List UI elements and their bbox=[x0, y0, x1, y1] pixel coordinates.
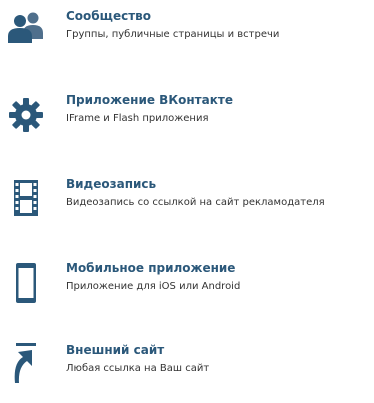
mobile-phone-icon bbox=[4, 261, 48, 305]
option-community[interactable]: Сообщество Группы, публичные страницы и … bbox=[0, 9, 374, 69]
option-description: Группы, публичные страницы и встречи bbox=[66, 29, 280, 40]
gear-icon bbox=[4, 93, 48, 137]
option-vk-app[interactable]: Приложение ВКонтакте IFrame и Flash прил… bbox=[0, 93, 374, 153]
option-description: Любая ссылка на Ваш сайт bbox=[66, 363, 210, 374]
option-video[interactable]: Видеозапись Видеозапись со ссылкой на са… bbox=[0, 177, 374, 237]
option-description: IFrame и Flash приложения bbox=[66, 113, 209, 124]
community-icon bbox=[4, 9, 48, 53]
option-title: Мобильное приложение bbox=[66, 261, 236, 275]
option-external-site[interactable]: Внешний сайт Любая ссылка на Ваш сайт bbox=[0, 343, 374, 403]
option-description: Видеозапись со ссылкой на сайт рекламода… bbox=[66, 197, 325, 208]
option-title: Внешний сайт bbox=[66, 343, 165, 357]
option-description: Приложение для iOS или Android bbox=[66, 281, 241, 292]
option-title: Видеозапись bbox=[66, 177, 157, 191]
film-strip-icon bbox=[4, 177, 48, 221]
option-mobile-app[interactable]: Мобильное приложение Приложение для iOS … bbox=[0, 261, 374, 321]
ad-type-list: Сообщество Группы, публичные страницы и … bbox=[0, 0, 374, 390]
external-link-arrow-icon bbox=[4, 343, 48, 387]
option-title: Сообщество bbox=[66, 9, 151, 23]
option-title: Приложение ВКонтакте bbox=[66, 93, 233, 107]
